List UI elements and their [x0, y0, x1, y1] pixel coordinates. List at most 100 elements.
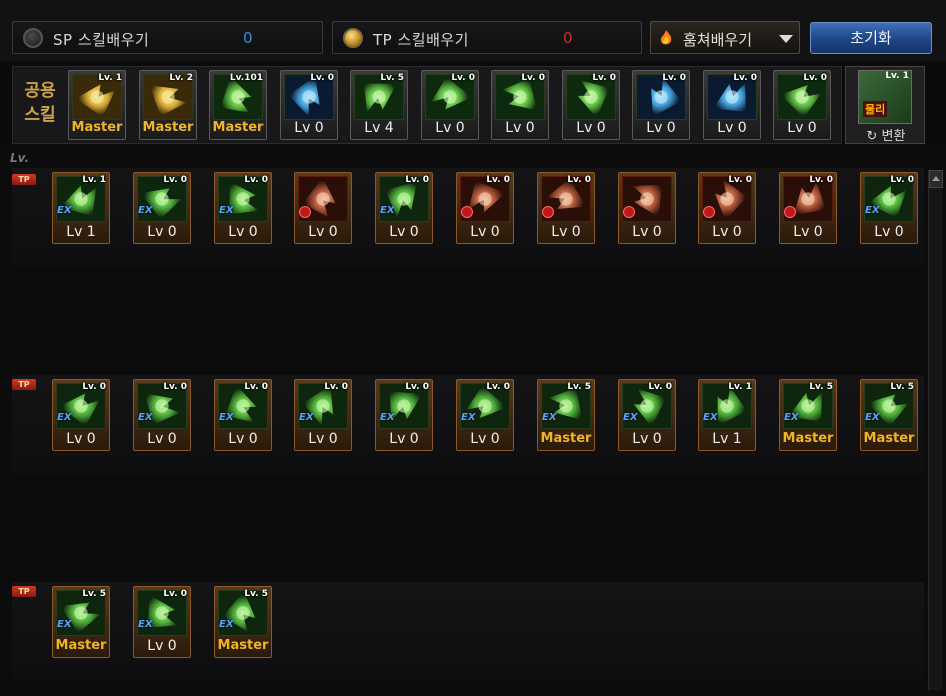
ex-badge-icon: EX [380, 205, 395, 216]
common-skill-slot[interactable]: Lv. 1 Master [68, 70, 126, 140]
skill-slot[interactable]: Lv. 0 EX Lv 0 [133, 172, 191, 244]
skill-max-level-tag: Lv. 0 [592, 73, 616, 83]
convert-panel[interactable]: Lv. 1 물리 ↻ 변환 [845, 66, 925, 144]
skill-level-label: Master [71, 120, 123, 135]
skill-level-label: Lv 0 [632, 431, 662, 447]
skill-max-level-tag: Lv. 1 [98, 73, 122, 83]
common-skill-slot[interactable]: Lv. 5 Lv 4 [350, 70, 408, 140]
common-skill-slot[interactable]: Lv. 0 Lv 0 [280, 70, 338, 140]
skill-max-level-tag: Lv. 5 [890, 382, 914, 392]
skill-level-label: Lv 0 [470, 431, 500, 447]
skill-max-level-tag: Lv. 1 [82, 175, 106, 185]
skill-slot[interactable]: Lv. 5 EX Master [779, 379, 837, 451]
physical-convert-icon[interactable]: Lv. 1 물리 [858, 70, 912, 124]
skill-level-label: Master [217, 638, 269, 653]
skill-slot[interactable]: Lv. 5 EX Master [52, 586, 110, 658]
skill-slot[interactable]: Lv. 5 EX Master [537, 379, 595, 451]
skill-level-label: Master [55, 638, 107, 653]
lv-header: Lv. [10, 151, 30, 165]
skill-level-label: Lv 0 [147, 431, 177, 447]
skill-max-level-tag: Lv. 0 [163, 175, 187, 185]
skill-level-label: Lv 0 [147, 638, 177, 654]
skill-slot[interactable]: Lv. 5 EX Master [860, 379, 918, 451]
skill-level-label: Lv 0 [576, 120, 606, 136]
steal-learn-dropdown[interactable]: 훔쳐배우기 [650, 21, 800, 54]
skill-slot[interactable]: Lv. 0 EX Lv 0 [860, 172, 918, 244]
skill-slot[interactable]: Lv. 0 Lv 0 [537, 172, 595, 244]
skill-level-label: Lv 0 [787, 120, 817, 136]
ex-badge-icon: EX [219, 412, 234, 423]
tp-radio-icon[interactable] [343, 28, 363, 48]
skill-slot[interactable]: Lv. 0 EX Lv 0 [618, 379, 676, 451]
reset-button[interactable]: 초기화 [810, 22, 932, 54]
common-skill-slot[interactable]: Lv. 0 Lv 0 [773, 70, 831, 140]
skill-slot[interactable]: Lv. 5 EX Master [214, 586, 272, 658]
skill-level-label: Lv 1 [712, 431, 742, 447]
skill-slot[interactable]: Lv. 0 EX Lv 0 [133, 379, 191, 451]
skill-slot[interactable]: Lv. 0 EX Lv 0 [375, 172, 433, 244]
skill-slot[interactable]: Lv. 0 EX Lv 0 [375, 379, 433, 451]
common-skill-slot[interactable]: Lv. 0 Lv 0 [491, 70, 549, 140]
skill-slot[interactable]: Lv. 0 EX Lv 0 [52, 379, 110, 451]
skill-level-label: Lv 0 [793, 224, 823, 240]
common-skill-slot[interactable]: Lv. 0 Lv 0 [562, 70, 620, 140]
common-skill-slot[interactable]: Lv. 2 Master [139, 70, 197, 140]
sp-skill-learn-tab[interactable]: SP 스킬배우기 0 [12, 21, 323, 54]
skill-slot[interactable]: Lv 0 [618, 172, 676, 244]
skill-slot[interactable]: Lv. 0 EX Lv 0 [214, 379, 272, 451]
common-skill-slot[interactable]: Lv. 0 Lv 0 [632, 70, 690, 140]
skill-max-level-tag: Lv. 0 [244, 175, 268, 185]
tp-marker: TP [12, 174, 36, 185]
locked-warning-icon [784, 206, 796, 218]
skill-slot[interactable]: Lv. 0 EX Lv 0 [133, 586, 191, 658]
ex-badge-icon: EX [138, 205, 153, 216]
common-skill-slot[interactable]: Lv.101 Master [209, 70, 267, 140]
tp-marker: TP [12, 586, 36, 597]
scroll-up-arrow-icon[interactable] [929, 170, 943, 188]
skill-slot[interactable]: Lv. 1 EX Lv 1 [52, 172, 110, 244]
skill-slot[interactable]: Lv. 0 EX Lv 0 [294, 379, 352, 451]
ex-badge-icon: EX [219, 205, 234, 216]
skill-slot[interactable]: Lv. 0 Lv 0 [456, 172, 514, 244]
skill-slot[interactable]: Lv. 1 EX Lv 1 [698, 379, 756, 451]
skill-level-label: Lv 0 [308, 431, 338, 447]
common-skill-slot[interactable]: Lv. 0 Lv 0 [421, 70, 479, 140]
skill-max-level-tag: Lv. 0 [324, 382, 348, 392]
locked-warning-icon [461, 206, 473, 218]
skill-max-level-tag: Lv. 0 [728, 175, 752, 185]
skill-level-label: Lv 4 [364, 120, 394, 136]
skill-slot[interactable]: Lv 0 [294, 172, 352, 244]
sp-radio-icon[interactable] [23, 28, 43, 48]
skill-level-label: Lv 0 [646, 120, 676, 136]
tp-points-value: 0 [563, 29, 573, 47]
skill-level-label: Lv 0 [470, 224, 500, 240]
convert-label[interactable]: ↻ 변환 [846, 125, 926, 144]
skill-level-label: Lv 0 [228, 224, 258, 240]
skill-max-level-tag: Lv. 0 [163, 589, 187, 599]
skill-slot[interactable]: Lv. 0 Lv 0 [698, 172, 756, 244]
ex-badge-icon: EX [138, 412, 153, 423]
ex-badge-icon: EX [57, 205, 72, 216]
skill-max-level-tag: Lv. 0 [486, 175, 510, 185]
skill-max-level-tag: Lv. 0 [244, 382, 268, 392]
skill-slot[interactable]: Lv. 0 EX Lv 0 [214, 172, 272, 244]
skill-level-label: Lv 0 [228, 431, 258, 447]
ex-badge-icon: EX [542, 412, 557, 423]
skill-level-label: Lv 0 [66, 431, 96, 447]
skill-max-level-tag: Lv. 0 [405, 175, 429, 185]
skill-max-level-tag: Lv. 0 [567, 175, 591, 185]
skill-max-level-tag: Lv. 0 [82, 382, 106, 392]
tp-skill-learn-tab[interactable]: TP 스킬배우기 0 [332, 21, 642, 54]
skill-slot[interactable]: Lv. 0 EX Lv 0 [456, 379, 514, 451]
common-skill-slot[interactable]: Lv. 0 Lv 0 [703, 70, 761, 140]
locked-warning-icon [703, 206, 715, 218]
ex-badge-icon: EX [784, 412, 799, 423]
skill-slot[interactable]: Lv. 0 Lv 0 [779, 172, 837, 244]
skill-level-label: Lv 0 [435, 120, 465, 136]
skill-level-label: Lv 0 [874, 224, 904, 240]
skill-level-label: Master [212, 120, 264, 135]
scrollbar[interactable] [928, 170, 943, 690]
skill-max-level-tag: Lv. 5 [567, 382, 591, 392]
skill-max-level-tag: Lv. 0 [163, 382, 187, 392]
sp-points-value: 0 [243, 29, 253, 47]
